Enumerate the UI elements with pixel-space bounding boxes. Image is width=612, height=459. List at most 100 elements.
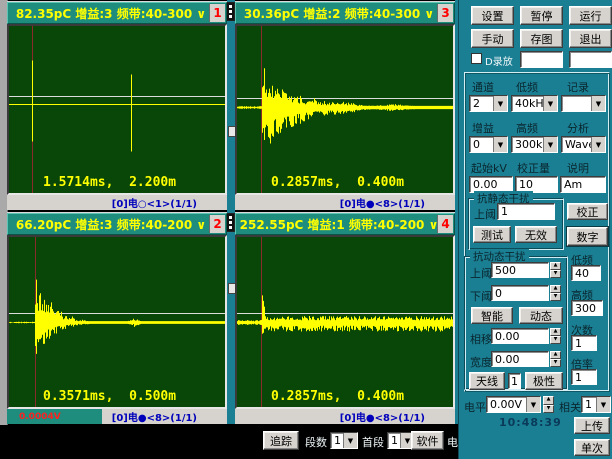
dropdown-arrow-icon[interactable]: ▼ — [543, 96, 557, 111]
test-button[interactable]: 测试 — [473, 226, 511, 243]
dyn-lower-field[interactable]: 0 — [491, 285, 549, 301]
panel-title: 82.35pC 增益:3 频带:40-300 ∨ — [15, 6, 207, 21]
manual-button[interactable]: 手动 — [471, 29, 514, 48]
spinner-down-icon[interactable]: ▼ — [550, 336, 561, 344]
note-field[interactable]: Am — [560, 176, 606, 193]
spinner-up-icon[interactable]: ▲ — [550, 262, 561, 270]
phase-label: 相移 — [470, 333, 492, 346]
correlation-select[interactable]: 1 ▼ — [581, 396, 611, 413]
waveform-panel-3: 30.36pC 增益:2 频带:40-300 ∨ 3 0.2857ms, 0.4… — [235, 1, 455, 210]
status-text: [0]电●<8>(1/1) — [111, 413, 197, 424]
dropdown-arrow-icon[interactable]: ▼ — [596, 397, 610, 412]
panel-title: 252.55pC 增益:1 频带:40-200 ∨ — [239, 217, 439, 232]
channel-badge: 3 — [437, 4, 453, 22]
waveform-panel-4: 252.55pC 增益:1 频带:40-200 ∨ 4 0.2857ms, 0.… — [235, 212, 455, 424]
spinner-up-icon[interactable]: ▲ — [550, 285, 561, 293]
spinner-down-icon[interactable]: ▼ — [550, 293, 561, 301]
spinner-up-icon[interactable]: ▲ — [550, 328, 561, 336]
dropdown-arrow-icon[interactable]: ▼ — [591, 137, 605, 152]
spinner-down-icon[interactable]: ▼ — [543, 404, 554, 413]
single-shot-button[interactable]: 单次 — [574, 439, 610, 456]
dropdown-arrow-icon[interactable]: ▼ — [493, 137, 507, 152]
channel-select[interactable]: 2 ▼ — [469, 95, 508, 112]
lowfreq-label: 低频 — [516, 81, 538, 94]
panel-status-bar: [0]电○<1>(1/1) — [7, 195, 227, 210]
segments-value: 1 — [334, 434, 341, 447]
phase-field[interactable]: 0.00 — [491, 328, 549, 344]
waveform-panel-2: 66.20pC 增益:3 频带:40-200 ∨ 2 0.3571ms, 0.5… — [7, 212, 227, 424]
setup-button[interactable]: 设置 — [471, 6, 514, 25]
spinner-up-icon[interactable]: ▲ — [550, 351, 561, 359]
panel-title-bar[interactable]: 252.55pC 增益:1 频带:40-200 ∨ 4 — [235, 213, 455, 235]
measurement-readout: 0.2857ms, 0.400m — [271, 389, 405, 404]
static-upper-label: 上阈 — [474, 208, 496, 221]
analysis-select[interactable]: Wave ▼ — [561, 136, 606, 153]
panel-status-bar: 0.0004V [0]电●<8>(1/1) — [7, 409, 227, 424]
record-field-b[interactable] — [569, 51, 612, 68]
waveform-display: 1.5714ms, 2.200m — [7, 24, 227, 195]
level-label: 电平 — [464, 401, 486, 414]
calibrate-button[interactable]: 校正 — [567, 203, 608, 220]
correlation-label: 相关 — [559, 401, 581, 414]
invalid-button[interactable]: 无效 — [515, 226, 557, 243]
spinner-up-icon[interactable]: ▲ — [543, 396, 554, 405]
run-button[interactable]: 运行 — [569, 6, 612, 25]
highfreq-select[interactable]: 300kHz ▼ — [511, 136, 558, 153]
dropdown-arrow-icon[interactable]: ▼ — [493, 96, 507, 111]
highfreq-value: 300kHz — [515, 138, 543, 151]
dyn-upper-field[interactable]: 500 — [491, 262, 549, 278]
width-field[interactable]: 0.00 — [491, 351, 549, 367]
dropdown-arrow-icon[interactable]: ▼ — [543, 137, 557, 152]
measurement-readout: 1.5714ms, 2.200m — [43, 175, 177, 190]
gain-select[interactable]: 0 ▼ — [469, 136, 508, 153]
polarity-button[interactable]: 极性 — [525, 372, 563, 390]
software-button[interactable]: 软件 — [411, 431, 444, 450]
phase-spinner[interactable]: ▲ ▼ — [550, 328, 561, 344]
record-select[interactable]: ▼ — [561, 95, 606, 112]
count-field[interactable]: 1 — [571, 335, 597, 351]
panel-title-bar[interactable]: 82.35pC 增益:3 频带:40-300 ∨ 1 — [7, 2, 227, 24]
level-select[interactable]: 0.00V ▼ — [486, 396, 541, 413]
side-highfreq-field[interactable]: 300 — [571, 300, 603, 316]
dropdown-arrow-icon[interactable]: ▼ — [343, 433, 357, 448]
spinner-down-icon[interactable]: ▼ — [550, 359, 561, 367]
antenna-button[interactable]: 天线 — [469, 372, 505, 390]
startkv-label: 起始kV — [471, 162, 507, 175]
status-text: [0]电●<8>(1/1) — [339, 199, 425, 210]
control-panel: 设置 暂停 运行 手动 存图 退出 D录放 通道 低频 记录 2 ▼ 40kHz… — [458, 0, 612, 459]
channel-label: 通道 — [472, 81, 494, 94]
record-playback-checkbox[interactable] — [471, 53, 482, 64]
segments-select[interactable]: 1 ▼ — [330, 432, 358, 449]
panel-title: 66.20pC 增益:3 频带:40-200 ∨ — [15, 217, 207, 232]
record-field-a[interactable] — [520, 51, 563, 68]
digital-button[interactable]: 数字 — [566, 226, 609, 247]
dropdown-arrow-icon[interactable]: ▼ — [591, 96, 605, 111]
width-spinner[interactable]: ▲ ▼ — [550, 351, 561, 367]
rate-field[interactable]: 1 — [571, 369, 597, 385]
exit-button[interactable]: 退出 — [569, 29, 612, 48]
panel-splitter-vertical[interactable] — [227, 0, 235, 424]
level-value: 0.00V — [490, 398, 523, 411]
panel-title-bar[interactable]: 30.36pC 增益:2 频带:40-300 ∨ 3 — [235, 2, 455, 24]
panel-title-bar[interactable]: 66.20pC 增益:3 频带:40-200 ∨ 2 — [7, 213, 227, 235]
pause-button[interactable]: 暂停 — [520, 6, 563, 25]
dyn-lower-spinner[interactable]: ▲ ▼ — [550, 285, 561, 301]
lowfreq-select[interactable]: 40kHz ▼ — [511, 95, 558, 112]
upload-button[interactable]: 上传 — [574, 417, 610, 434]
antenna-count-field[interactable]: 1 — [508, 373, 521, 389]
first-segment-value: 1 — [391, 434, 398, 447]
first-segment-label: 首段 — [362, 436, 384, 449]
footer-note: 0.0004V — [7, 409, 102, 424]
spinner-down-icon[interactable]: ▼ — [550, 270, 561, 278]
dyn-upper-spinner[interactable]: ▲ ▼ — [550, 262, 561, 278]
track-button[interactable]: 追踪 — [263, 431, 299, 450]
save-image-button[interactable]: 存图 — [520, 29, 563, 48]
dropdown-arrow-icon[interactable]: ▼ — [526, 397, 540, 412]
side-lowfreq-field[interactable]: 40 — [571, 265, 601, 281]
static-upper-field[interactable]: 1 — [497, 203, 555, 220]
level-spinner[interactable]: ▲ ▼ — [543, 396, 554, 413]
waveform-display: 0.2857ms, 0.400m — [235, 24, 455, 195]
smart-button[interactable]: 智能 — [471, 307, 513, 324]
dynamic-button[interactable]: 动态 — [519, 307, 563, 324]
width-label: 宽度 — [470, 356, 492, 369]
